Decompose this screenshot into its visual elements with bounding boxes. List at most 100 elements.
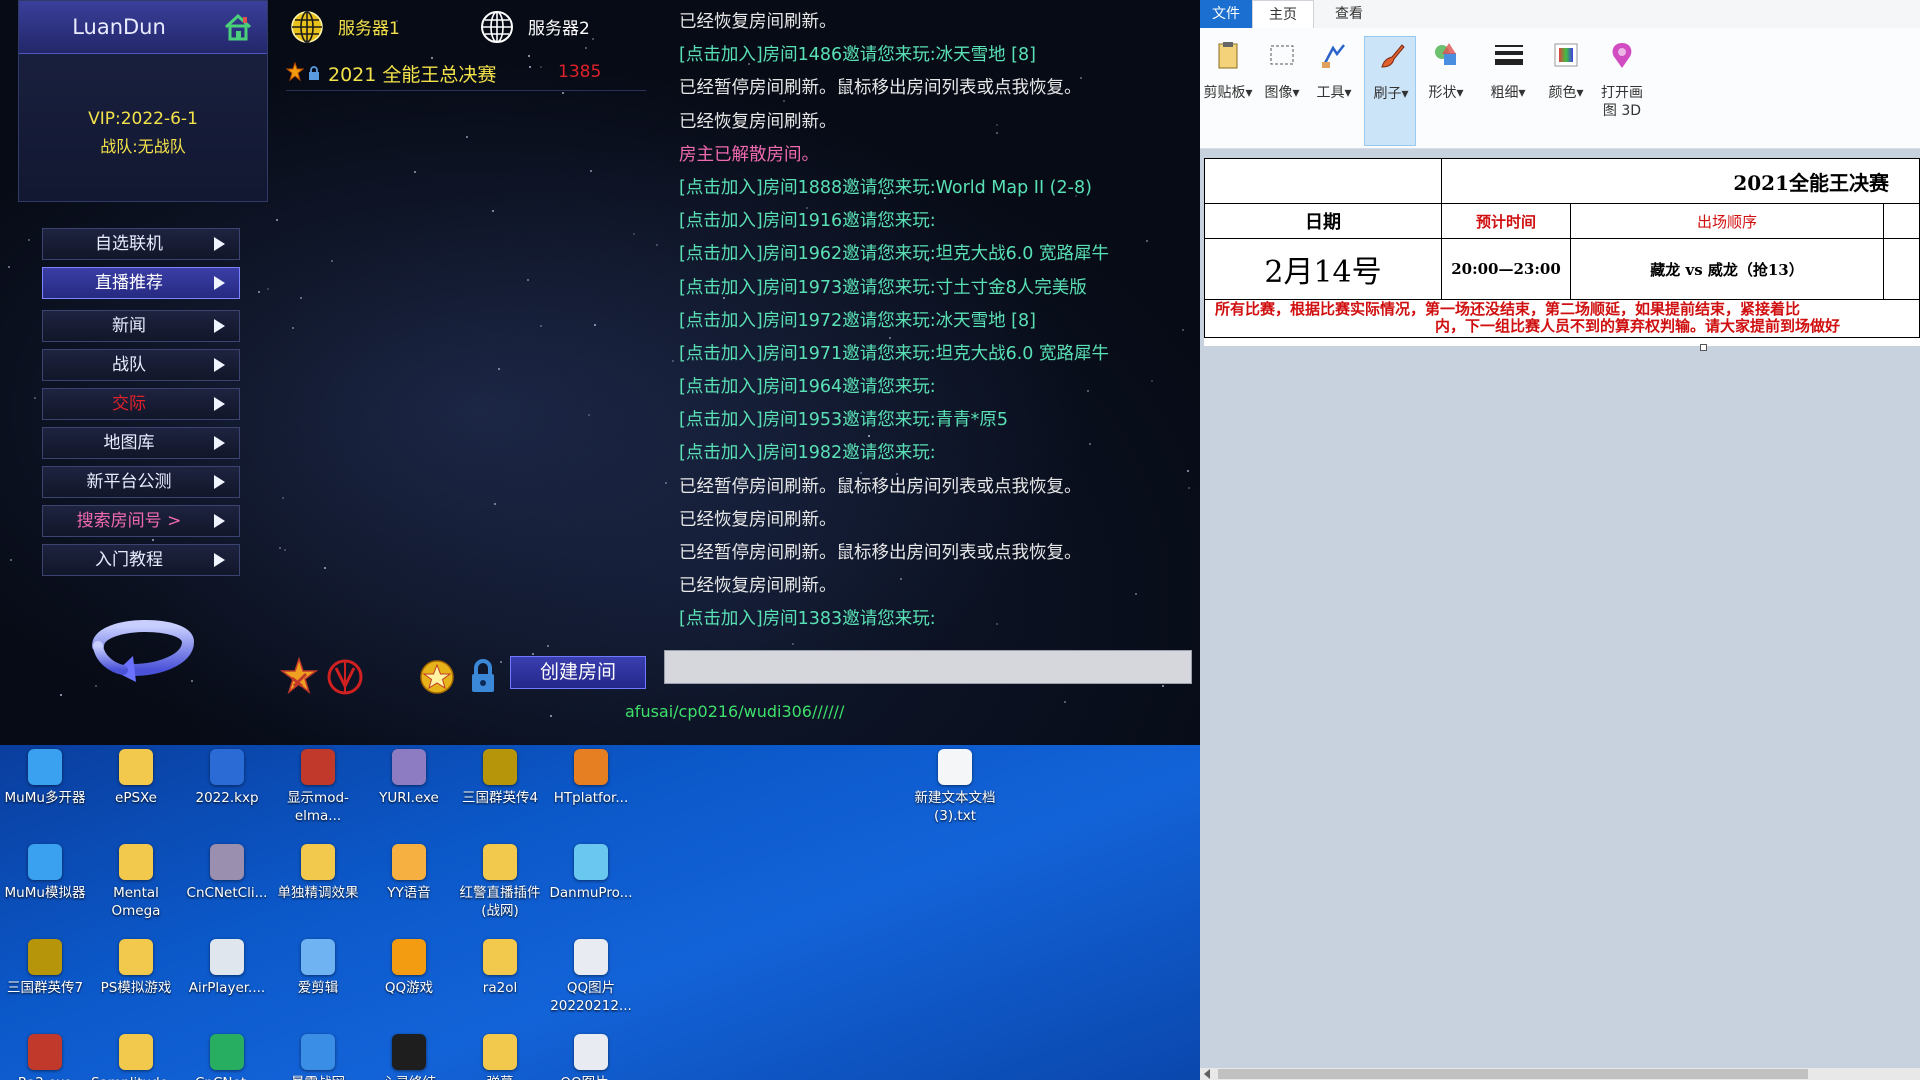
play-arrow-icon [214,237,225,251]
menu-item-5[interactable]: 地图库 [42,427,240,459]
desktop-icon[interactable]: 弹幕 [455,1030,545,1080]
menu-item-8[interactable]: 入门教程 [42,544,240,576]
desktop-icon-label: 暴雪战网 [273,1074,363,1080]
ribbon-tool-1[interactable]: 图像▾ [1256,36,1308,146]
menu-item-7[interactable]: 搜索房间号 > [42,505,240,537]
app-icon [210,939,244,975]
star-dot [494,503,496,505]
chat-invite-link[interactable]: [点击加入]房间1982邀请您来玩: [679,437,1199,470]
ribbon-tool-7[interactable]: 打开画图 3D [1596,36,1648,146]
app-icon [210,1034,244,1070]
desktop-icon[interactable]: CnCNetCli... [182,840,272,932]
desktop-icon[interactable]: 显示mod-elma... [273,745,363,837]
desktop-icon[interactable]: PS模拟游戏 [91,935,181,1027]
desktop-icon[interactable]: 三国群英传7 [0,935,90,1027]
ribbon-tool-5[interactable]: 粗细▾ [1482,36,1534,146]
scrollbar-thumb[interactable] [1218,1069,1808,1079]
chat-invite-link[interactable]: [点击加入]房间1486邀请您来玩:冰天雪地 [8] [679,39,1199,72]
star-dot [1064,701,1066,703]
menu-item-1[interactable]: 直播推荐 [42,267,240,299]
desktop-icon[interactable]: MuMu多开器 [0,745,90,837]
allied-faction-icon[interactable] [326,656,364,696]
room-list-item[interactable]: 2021 全能王总决赛 1385 [286,58,646,91]
ribbon-tool-3[interactable]: 刷子▾ [1364,36,1416,146]
menu-item-2[interactable]: 新闻 [42,310,240,342]
play-arrow-icon [214,397,225,411]
desktop-icon[interactable]: 三国群英传4 [455,745,545,837]
ribbon-tool-label: 粗细▾ [1490,85,1526,101]
soviet-faction-icon[interactable] [280,656,318,696]
canvas-area[interactable]: 2021全能王决赛 日期 预计时间 出场顺序 2月14号 20:00—23:00… [1200,150,1920,1068]
ribbon-tool-2[interactable]: 工具▾ [1308,36,1360,146]
chat-invite-link[interactable]: [点击加入]房间1953邀请您来玩:青青*原5 [679,404,1199,437]
desktop-icon[interactable]: QQ游戏 [364,935,454,1027]
desktop-icon[interactable]: Mental Omega [91,840,181,932]
desktop-icon[interactable]: 暴雪战网 [273,1030,363,1080]
menu-item-3[interactable]: 战队 [42,349,240,381]
desktop-icon[interactable]: 2022.kxp [182,745,272,837]
chat-invite-link[interactable]: [点击加入]房间1916邀请您来玩: [679,205,1199,238]
desktop-icon[interactable]: ra2ol [455,935,545,1027]
desktop-icon[interactable]: AirPlayer.... [182,935,272,1027]
desktop-icon[interactable]: 红警直播插件(战网) [455,840,545,932]
create-room-button[interactable]: 创建房间 [510,656,646,689]
ribbon-tool-label: 图像▾ [1264,85,1300,101]
refresh-icon[interactable] [78,610,208,682]
chat-message: 已经恢复房间刷新。 [679,12,837,32]
desktop-icon[interactable]: ePSXe [91,745,181,837]
color-icon [1554,43,1578,67]
shapes-icon [1435,43,1456,65]
star-dot [562,92,564,94]
chat-input[interactable] [664,650,1192,684]
room-name: 2021 全能王总决赛 [328,64,497,86]
star-dot [1162,685,1164,687]
ribbon-tool-0[interactable]: 剪贴板▾ [1202,36,1254,146]
menu-item-0[interactable]: 自选联机 [42,228,240,260]
chat-invite-link[interactable]: [点击加入]房间1972邀请您来玩:冰天雪地 [8] [679,305,1199,338]
star-dot [258,291,260,293]
canvas-resize-handle[interactable] [1700,344,1707,351]
desktop-icon[interactable]: 新建文本文档(3).txt [910,745,1000,837]
desktop-icon[interactable]: QQ图片... [546,1030,636,1080]
desktop-icon-label: QQ游戏 [384,980,434,996]
desktop-icon[interactable]: YY语音 [364,840,454,932]
home-icon[interactable] [223,13,253,41]
desktop-icon[interactable]: Samplitude... [91,1030,181,1080]
app-icon [119,844,153,880]
chat-invite-link[interactable]: [点击加入]房间1971邀请您来玩:坦克大战6.0 宽路犀牛 [679,338,1199,371]
ribbon-tool-label: 打开画图 3D [1601,85,1643,119]
desktop-icon[interactable]: YURI.exe [364,745,454,837]
ribbon-tool-label: 颜色▾ [1548,85,1584,101]
lock-icon[interactable] [464,656,502,696]
ribbon-tool-6[interactable]: 颜色▾ [1540,36,1592,146]
desktop-icon[interactable]: 心灵终结 [364,1030,454,1080]
desktop-icon[interactable]: QQ图片20220212... [546,935,636,1027]
tab-view[interactable]: 查看 [1318,0,1380,28]
tab-home[interactable]: 主页 [1252,0,1314,28]
game-launcher-window: LuanDun VIP:2022-6-1 战队:无战队 自选联机 直播推荐 新闻 战队… [0,0,1200,745]
star-badge-icon[interactable] [418,656,456,696]
star-dot [279,547,281,549]
desktop-icon[interactable]: HTplatfor... [546,745,636,837]
paint-canvas[interactable]: 2021全能王决赛 日期 预计时间 出场顺序 2月14号 20:00—23:00… [1204,158,1920,346]
desktop-icon[interactable]: CnCNet... [182,1030,272,1080]
menu-item-6[interactable]: 新平台公测 [42,466,240,498]
desktop-icon[interactable]: MuMu模拟器 [0,840,90,932]
horizontal-scrollbar[interactable] [1200,1068,1920,1080]
chat-invite-link[interactable]: [点击加入]房间1973邀请您来玩:寸土寸金8人完美版 [679,272,1199,305]
scroll-left-icon[interactable] [1204,1069,1210,1079]
app-icon [483,844,517,880]
desktop-icon[interactable]: Ra2.exe [0,1030,90,1080]
desktop-icon[interactable]: 爱剪辑 [273,935,363,1027]
star-dot [594,324,596,326]
chat-invite-link[interactable]: [点击加入]房间1383邀请您来玩: [679,603,1199,636]
chat-invite-link[interactable]: [点击加入]房间1888邀请您来玩:World Map II (2-8) [679,172,1199,205]
chat-invite-link[interactable]: [点击加入]房间1962邀请您来玩:坦克大战6.0 宽路犀牛 [679,238,1199,271]
desktop-icon[interactable]: 单独精调效果 [273,840,363,932]
menu-item-4[interactable]: 交际 [42,388,240,420]
chat-invite-link[interactable]: [点击加入]房间1964邀请您来玩: [679,371,1199,404]
tab-file[interactable]: 文件 [1200,0,1252,28]
desktop-icon-label: ra2ol [482,980,518,996]
ribbon-tool-4[interactable]: 形状▾ [1420,36,1472,146]
desktop-icon[interactable]: DanmuPro... [546,840,636,932]
